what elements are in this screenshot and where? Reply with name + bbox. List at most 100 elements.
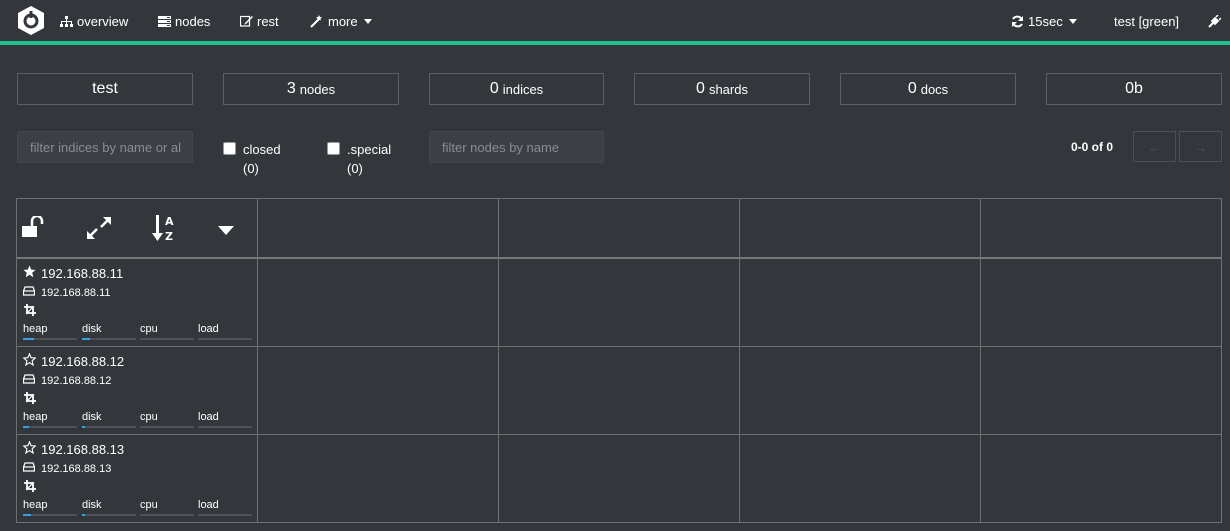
cluster-overview-grid: AZ 192.168.88.11 192.168.88.11 heap disk… bbox=[16, 198, 1222, 523]
refresh-icon bbox=[1011, 15, 1024, 28]
cpu-metric: cpu bbox=[140, 499, 194, 517]
star-outline-icon bbox=[22, 440, 41, 457]
master-star-icon bbox=[23, 265, 41, 281]
cpu-metric: cpu bbox=[140, 323, 194, 341]
nav-nodes[interactable]: nodes bbox=[158, 12, 210, 30]
sort-alpha-icon[interactable]: AZ bbox=[152, 213, 178, 246]
hdd-icon bbox=[22, 462, 41, 475]
unlock-icon[interactable] bbox=[22, 214, 46, 241]
nodes-filter-input[interactable]: filter nodes by name bbox=[429, 131, 604, 163]
heap-metric: heap bbox=[23, 499, 77, 517]
disk-bar bbox=[82, 338, 136, 340]
stat-docs: 0 docs bbox=[840, 73, 1016, 105]
cpu-label: cpu bbox=[140, 499, 158, 511]
node-row[interactable]: 192.168.88.11 192.168.88.11 heap disk cp… bbox=[17, 259, 257, 347]
stat-nodes: 3 nodes bbox=[223, 73, 399, 105]
crop-icon bbox=[24, 304, 36, 319]
disk-bar bbox=[82, 514, 136, 516]
stat-shards: 0 shards bbox=[634, 73, 810, 105]
heap-bar bbox=[23, 426, 77, 428]
heap-bar-fill bbox=[23, 338, 34, 340]
node-address-text: 192.168.88.11 bbox=[41, 286, 111, 299]
special-checkbox[interactable] bbox=[327, 142, 340, 155]
cpu-bar bbox=[140, 514, 194, 516]
heap-bar bbox=[23, 514, 77, 516]
cpu-label: cpu bbox=[140, 323, 158, 335]
stat-shards-value: 0 bbox=[696, 80, 705, 97]
heap-bar bbox=[23, 338, 77, 340]
node-address-text: 192.168.88.13 bbox=[41, 462, 112, 475]
caret-down-icon[interactable] bbox=[218, 224, 234, 239]
disconnect-button[interactable] bbox=[1208, 12, 1225, 30]
heap-label: heap bbox=[23, 323, 48, 335]
load-metric: load bbox=[198, 411, 252, 429]
cpu-label: cpu bbox=[140, 411, 158, 423]
expand-icon[interactable] bbox=[87, 217, 111, 242]
node-name-text: 192.168.88.12 bbox=[41, 353, 125, 369]
star-outline-icon bbox=[22, 352, 41, 369]
disk-label: disk bbox=[82, 411, 102, 423]
nav-more-label: more bbox=[328, 13, 358, 29]
node-name[interactable]: 192.168.88.12 bbox=[22, 352, 125, 369]
plug-icon bbox=[1208, 14, 1221, 28]
previous-page-button[interactable]: ← bbox=[1133, 131, 1176, 162]
magic-wand-icon bbox=[310, 14, 324, 28]
stat-indices: 0 indices bbox=[429, 73, 604, 105]
next-page-button[interactable]: → bbox=[1179, 131, 1222, 162]
disk-metric: disk bbox=[82, 323, 136, 341]
crop-icon bbox=[24, 392, 36, 407]
disk-metric: disk bbox=[82, 499, 136, 517]
closed-count: (0) bbox=[243, 161, 259, 176]
nav-rest[interactable]: rest bbox=[240, 12, 279, 30]
grid-divider bbox=[257, 199, 258, 522]
load-label: load bbox=[198, 499, 219, 511]
load-label: load bbox=[198, 323, 219, 335]
load-metric: load bbox=[198, 499, 252, 517]
load-bar bbox=[198, 514, 252, 516]
disk-bar-fill bbox=[82, 338, 91, 340]
node-row[interactable]: 192.168.88.13 192.168.88.13 heap disk cp… bbox=[17, 435, 257, 523]
node-address-text: 192.168.88.12 bbox=[41, 374, 112, 387]
heap-bar-fill bbox=[23, 426, 30, 428]
special-checkbox-label: .special (0) bbox=[347, 140, 391, 178]
grid-divider bbox=[980, 199, 981, 522]
hdd-icon bbox=[22, 286, 41, 299]
stat-nodes-value: 3 bbox=[286, 80, 296, 97]
arrow-right-icon: → bbox=[1193, 138, 1208, 155]
heap-metric: heap bbox=[23, 323, 77, 341]
nav-overview-label: overview bbox=[77, 13, 129, 29]
edit-icon bbox=[240, 15, 253, 27]
refresh-interval-label: 15sec bbox=[1028, 13, 1063, 29]
disk-bar-fill bbox=[82, 426, 86, 428]
cluster-status[interactable]: test [green] bbox=[1114, 12, 1179, 30]
chevron-down-icon bbox=[1068, 18, 1077, 24]
node-name[interactable]: 192.168.88.11 bbox=[23, 265, 123, 281]
load-bar bbox=[198, 338, 252, 340]
node-name-text: 192.168.88.11 bbox=[41, 265, 124, 281]
indices-filter-input[interactable]: filter indices by name or al bbox=[17, 131, 193, 163]
heap-metric: heap bbox=[23, 411, 77, 429]
svg-text:A: A bbox=[165, 215, 174, 228]
stat-docs-value: 0 bbox=[907, 80, 917, 97]
server-icon bbox=[158, 15, 171, 27]
nav-overview[interactable]: overview bbox=[60, 12, 128, 30]
load-label: load bbox=[198, 411, 219, 423]
refresh-interval-dropdown[interactable]: 15sec bbox=[1011, 12, 1077, 30]
node-name[interactable]: 192.168.88.13 bbox=[22, 440, 125, 457]
indices-filter-placeholder: filter indices by name or al bbox=[30, 139, 182, 155]
node-row[interactable]: 192.168.88.12 192.168.88.12 heap disk cp… bbox=[17, 347, 257, 435]
closed-checkbox[interactable] bbox=[223, 142, 236, 155]
grid-divider bbox=[498, 199, 499, 522]
nav-more-dropdown[interactable]: more bbox=[310, 12, 372, 30]
node-address: 192.168.88.12 bbox=[22, 374, 112, 387]
svg-text:Z: Z bbox=[165, 230, 173, 243]
node-name-text: 192.168.88.13 bbox=[41, 441, 125, 457]
nav-rest-label: rest bbox=[257, 13, 279, 29]
chevron-down-icon bbox=[363, 18, 372, 24]
disk-bar-fill bbox=[82, 514, 86, 516]
cluster-status-label: test [green] bbox=[1114, 13, 1180, 29]
disk-label: disk bbox=[82, 499, 102, 511]
stat-nodes-unit: nodes bbox=[299, 81, 336, 97]
cerebro-logo-icon[interactable] bbox=[16, 5, 46, 36]
hdd-icon bbox=[22, 374, 41, 387]
